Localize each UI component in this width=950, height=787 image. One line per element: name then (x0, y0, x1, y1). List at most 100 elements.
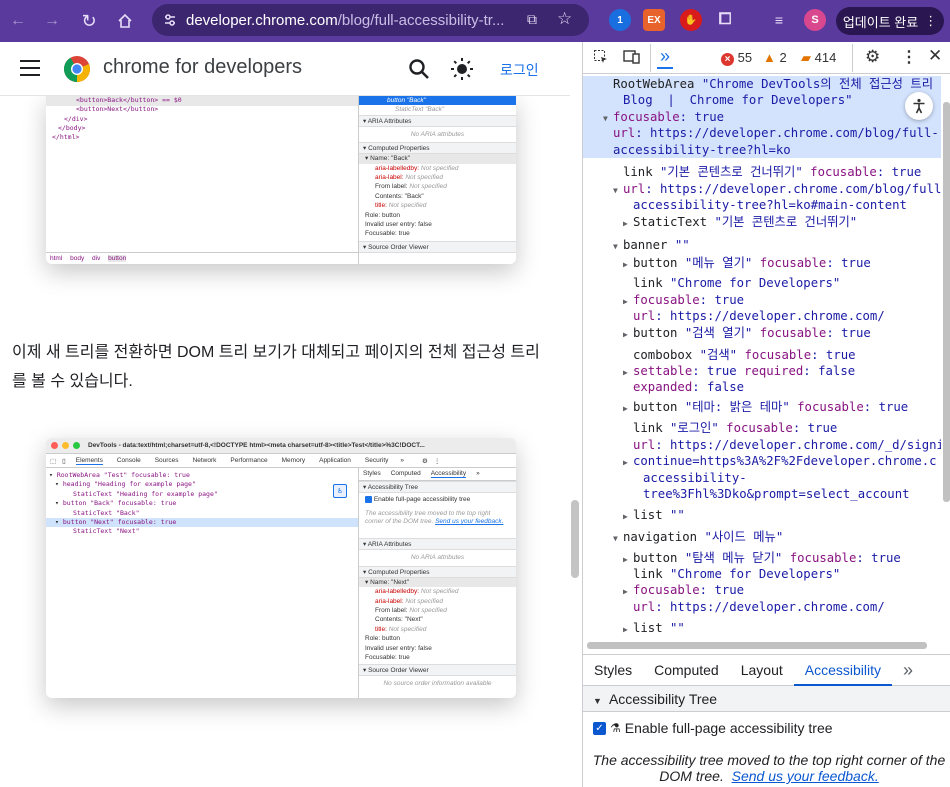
enable-full-tree-checkbox[interactable]: ✓ ⚗ Enable full-page accessibility tree (583, 712, 950, 744)
feedback-link[interactable]: Send us your feedback. (732, 768, 879, 784)
a11y-tree-node[interactable]: link "로그인" focusable: true (623, 420, 837, 436)
more-tabs-icon[interactable]: » (400, 457, 404, 464)
mini-side-tab[interactable]: Computed (391, 470, 421, 478)
mini-tab[interactable]: Memory (282, 457, 305, 464)
mini-tab[interactable]: Sources (155, 457, 179, 464)
more-options-icon[interactable]: ⋮ (901, 47, 917, 67)
expanded-triangle-icon[interactable]: ▼ (613, 183, 623, 199)
mini-side-tab[interactable]: Styles (363, 470, 381, 478)
tree-scrollbar[interactable] (943, 102, 950, 502)
site-info-icon[interactable] (162, 12, 178, 28)
tree-node[interactable]: ▾ button "Back" focusable: true (46, 499, 358, 508)
a11y-tree-node[interactable]: expanded: false (623, 379, 744, 395)
home-icon[interactable] (111, 7, 139, 35)
enable-checkbox[interactable]: Enable full-page accessibility tree (359, 493, 516, 504)
more-tabs-icon[interactable]: » (892, 660, 924, 681)
checkbox-checked-icon[interactable]: ✓ (593, 721, 606, 735)
a11y-tree-header[interactable]: ▼ Accessibility Tree (583, 686, 950, 712)
forward-icon[interactable]: → (38, 7, 66, 35)
page-scrollbar[interactable] (571, 500, 579, 578)
a11y-tree-node[interactable]: tree%3Fhl%3Dko&prompt=select_account (633, 486, 910, 502)
close-devtools-icon[interactable]: ✕ (928, 46, 942, 66)
a11y-tree-node[interactable]: url: https://developer.chrome.com/_d/sig… (623, 437, 941, 453)
mini-tab[interactable]: Elements (75, 457, 103, 465)
a11y-tree-node[interactable]: url: https://developer.chrome.com/blog/f… (583, 125, 941, 142)
extensions-puzzle-icon[interactable]: ⧠ (714, 9, 736, 31)
tab-computed[interactable]: Computed (643, 662, 730, 678)
more-panels-icon[interactable]: » (657, 46, 674, 69)
a11y-tree-node[interactable]: link "Chrome for Developers" (623, 566, 840, 582)
extension-ex-icon[interactable]: EX (643, 9, 665, 31)
extension-1-icon[interactable]: 1 (609, 9, 631, 31)
more-vert-icon[interactable]: ⋮ (434, 457, 441, 465)
computed-header[interactable]: ▾ Computed Properties (359, 142, 516, 155)
tree-node-selected[interactable]: ▾ button "Next" focusable: true (46, 518, 358, 528)
collapsed-triangle-icon[interactable]: ▶ (623, 327, 633, 343)
tree-node[interactable]: ▾ heading "Heading for example page" (46, 480, 358, 489)
a11y-tree-node[interactable]: ▼ banner "" (613, 237, 690, 255)
settings-gear-icon[interactable]: ⚙ (865, 47, 880, 67)
url-text[interactable]: developer.chrome.com/blog/full-accessibi… (186, 12, 526, 29)
window-close-dot[interactable] (51, 442, 58, 449)
a11y-tree-node[interactable]: accessibility-tree?hl=ko#main-content (623, 197, 907, 213)
source-order-header[interactable]: ▾ Source Order Viewer (359, 664, 516, 677)
a11y-tree-node[interactable]: url: https://developer.chrome.com/ (623, 599, 885, 615)
a11y-tree-node[interactable]: ▶ StaticText "기본 콘텐츠로 건너뛰기" (623, 214, 857, 232)
tab-layout[interactable]: Layout (730, 662, 794, 678)
collapsed-triangle-icon[interactable]: ▶ (623, 509, 633, 525)
accessibility-toggle-icon[interactable] (905, 92, 933, 120)
issues-count[interactable]: ▰ 414 (801, 50, 836, 66)
aria-header[interactable]: ▾ ARIA Attributes (359, 114, 516, 127)
tree-node[interactable]: ▾ RootWebArea "Test" focusable: true (46, 471, 358, 480)
hamburger-menu-icon[interactable] (20, 60, 40, 76)
collapsed-triangle-icon[interactable]: ▶ (623, 584, 633, 600)
address-bar[interactable]: developer.chrome.com/blog/full-accessibi… (152, 4, 589, 36)
back-icon[interactable]: ← (4, 7, 32, 35)
mini-tab[interactable]: Application (319, 457, 351, 464)
warning-count[interactable]: ▲ 2 (763, 50, 787, 65)
search-icon[interactable] (408, 58, 430, 80)
theme-sun-icon[interactable] (450, 57, 474, 81)
a11y-tree-node[interactable]: ▶ button "테마: 밝은 테마" focusable: true (623, 399, 908, 417)
site-brand[interactable]: chrome for developers (103, 56, 302, 79)
a11y-tree-node[interactable]: Blog | Chrome for Developers" (583, 92, 941, 109)
mini-tab[interactable]: Performance (230, 457, 267, 464)
a11y-tree-node[interactable]: ▶ list "" (623, 507, 685, 525)
computed-header[interactable]: ▾ Computed Properties (359, 565, 516, 578)
gear-icon[interactable]: ⚙ (422, 457, 428, 465)
collapsed-triangle-icon[interactable]: ▶ (623, 257, 633, 273)
tree-node[interactable]: StaticText "Back" (46, 509, 358, 518)
device-icon[interactable]: ▯ (62, 457, 66, 465)
error-count[interactable]: × 55 (721, 50, 752, 66)
reading-list-icon[interactable]: ≡ (768, 9, 790, 31)
a11y-tree-node[interactable]: ▶ button "검색 열기" focusable: true (623, 325, 871, 343)
expanded-triangle-icon[interactable]: ▼ (613, 531, 623, 547)
inspect-icon[interactable]: ⬚ (50, 457, 56, 465)
a11y-tree-node[interactable]: ▶ focusable: true (623, 582, 744, 600)
tab-accessibility[interactable]: Accessibility (793, 654, 893, 686)
collapsed-triangle-icon[interactable]: ▶ (623, 455, 633, 471)
chrome-logo-icon[interactable] (63, 55, 91, 83)
install-app-icon[interactable]: ⧉ (527, 11, 537, 28)
tree-node[interactable]: StaticText "Next" (46, 527, 358, 536)
a11y-tree-node[interactable]: accessibility- (633, 470, 747, 486)
a11y-tree-node[interactable]: url: https://developer.chrome.com/ (623, 308, 885, 324)
a11y-tree-node[interactable]: link "기본 콘텐츠로 건너뛰기" focusable: true (613, 164, 921, 180)
more-tabs-icon[interactable]: » (476, 470, 480, 478)
collapsed-triangle-icon[interactable]: ▶ (623, 622, 633, 638)
reload-icon[interactable]: ↻ (75, 7, 103, 35)
a11y-toggle-icon[interactable]: ♿ (333, 484, 347, 498)
a11y-tree-node[interactable]: combobox "검색" focusable: true (623, 347, 856, 363)
tab-styles[interactable]: Styles (583, 662, 643, 678)
a11y-tree-node[interactable]: ▶ list "" (623, 620, 685, 638)
extension-hand-icon[interactable]: ✋ (680, 9, 702, 31)
device-toolbar-icon[interactable] (623, 49, 641, 68)
window-zoom-dot[interactable] (73, 442, 80, 449)
feedback-link[interactable]: Send us your feedback. (435, 518, 503, 525)
update-button[interactable]: 업데이트 완료 ⋮ (836, 7, 944, 35)
mini-tab[interactable]: Console (117, 457, 141, 464)
window-minimize-dot[interactable] (62, 442, 69, 449)
tree-hscrollbar[interactable] (587, 642, 927, 649)
inspect-element-icon[interactable] (593, 49, 609, 68)
a11y-tree-node[interactable]: RootWebArea "Chrome DevTools의 전체 접근성 트리 … (583, 76, 941, 93)
